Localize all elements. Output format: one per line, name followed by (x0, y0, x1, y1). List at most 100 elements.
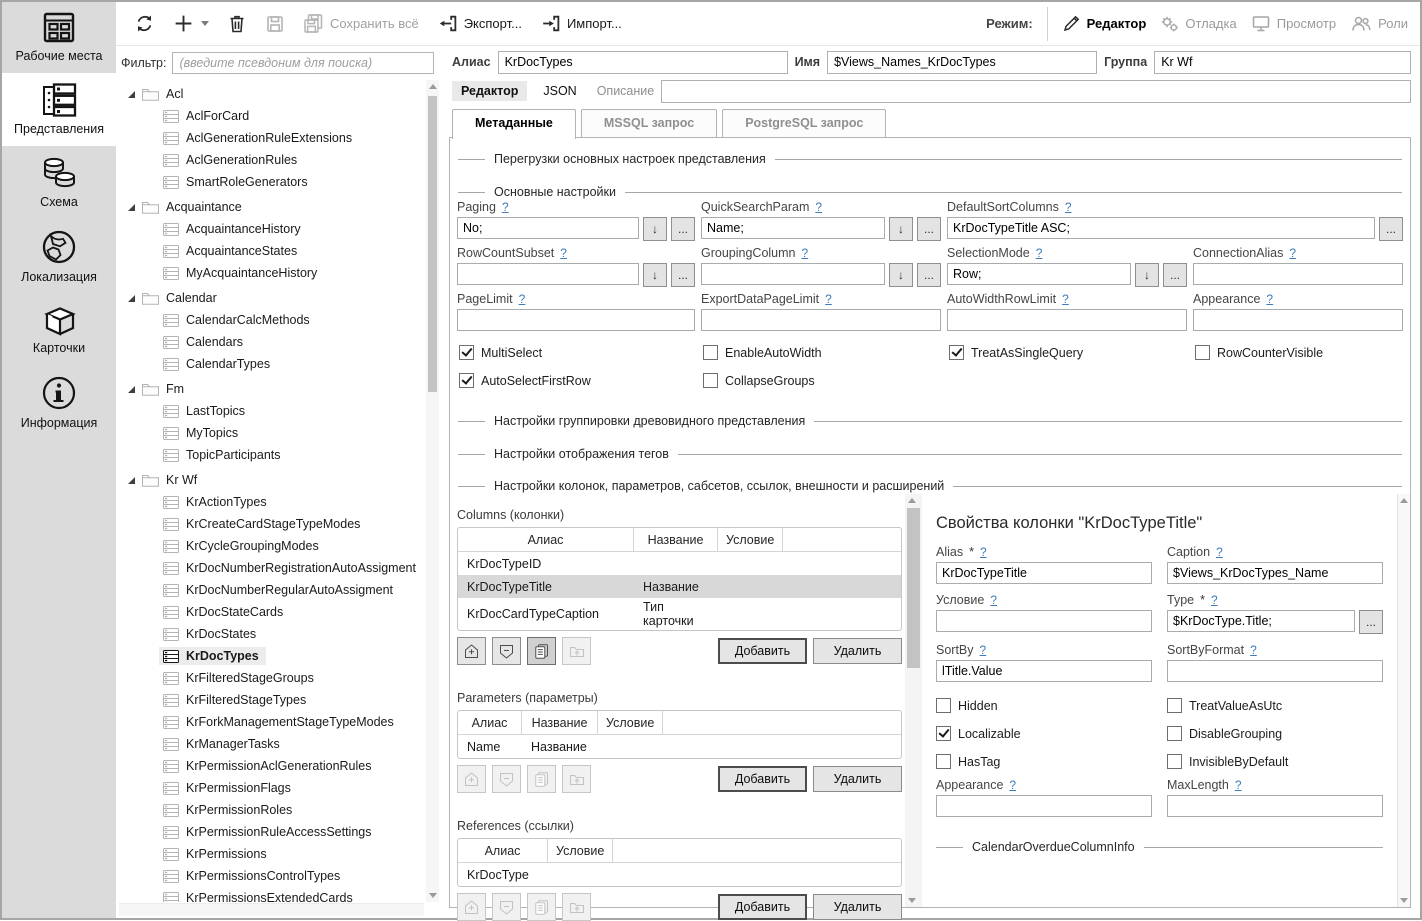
tree-item-krforkmanagementstagetypemodes[interactable]: KrForkManagementStageTypeModes (119, 711, 422, 733)
parameters-move-to-folder-button[interactable] (562, 765, 591, 793)
subtab-editor[interactable]: Редактор (452, 81, 527, 101)
columns-row-krdoctypeid[interactable]: KrDocTypeID (458, 552, 901, 575)
unchecked-checkbox-icon[interactable] (703, 345, 718, 360)
unchecked-checkbox-icon[interactable] (703, 373, 718, 388)
sidebar-item-schema[interactable]: Схема (2, 146, 116, 219)
refresh-button[interactable] (132, 11, 157, 36)
sortby-input[interactable] (936, 660, 1152, 682)
rowcountsubset-more-button[interactable]: ... (671, 263, 695, 287)
references-delete-button[interactable]: Удалить (813, 894, 902, 920)
references-move-down-button[interactable] (492, 893, 521, 921)
tree-item-myacquaintancehistory[interactable]: MyAcquaintanceHistory (119, 262, 422, 284)
autowidthrowlimit-input[interactable] (947, 309, 1187, 331)
help-icon[interactable]: ? (1289, 246, 1296, 260)
connectionalias-input[interactable] (1193, 263, 1403, 285)
parameters-add-button[interactable]: Добавить (718, 766, 807, 792)
subtab-json[interactable]: JSON (534, 81, 585, 101)
group-input[interactable] (1154, 51, 1411, 74)
properties-scrollbar[interactable] (1397, 494, 1410, 907)
quicksearchparam-input[interactable] (701, 217, 885, 239)
tree-scrollbar-thumb[interactable] (428, 96, 437, 392)
columns-row-krdoccardtypecaption[interactable]: KrDocCardTypeCaptionТип карточки (458, 598, 901, 630)
unchecked-checkbox-icon[interactable] (1195, 345, 1210, 360)
tree-item-krpermissionaclgenerationrules[interactable]: KrPermissionAclGenerationRules (119, 755, 422, 777)
section-tree-grouping[interactable]: Настройки группировки древовидного предс… (458, 414, 1402, 428)
help-icon[interactable]: ? (980, 643, 987, 657)
tree-item-krpermissionroles[interactable]: KrPermissionRoles (119, 799, 422, 821)
help-icon[interactable]: ? (990, 593, 997, 607)
tree-item-krdocnumberregularautoassigment[interactable]: KrDocNumberRegularAutoAssigment (119, 579, 422, 601)
expander-icon[interactable] (128, 204, 135, 211)
selectionmode-more-button[interactable]: ... (1163, 263, 1187, 287)
quicksearchparam-more-button[interactable]: ... (917, 217, 941, 241)
parameters-move-down-button[interactable] (492, 765, 521, 793)
checked-checkbox-icon[interactable] (936, 726, 951, 741)
checkbox-multiselect[interactable]: MultiSelect (459, 345, 697, 360)
tree-item-calendars[interactable]: Calendars (119, 331, 422, 353)
help-icon[interactable]: ? (502, 200, 509, 214)
references-row-krdoctype[interactable]: KrDocType (458, 863, 901, 886)
parameters-row-name[interactable]: NameНазвание (458, 735, 901, 758)
help-icon[interactable]: ? (1235, 778, 1242, 792)
help-icon[interactable]: ? (815, 200, 822, 214)
expander-icon[interactable] (128, 386, 135, 393)
sidebar-item-localization[interactable]: Локализация (2, 219, 116, 294)
help-icon[interactable]: ? (1062, 292, 1069, 306)
tree-item-krdocstatecards[interactable]: KrDocStateCards (119, 601, 422, 623)
checkbox-invisiblebydefault[interactable]: InvisibleByDefault (1167, 754, 1383, 769)
tree-group-acl[interactable]: Acl (119, 83, 422, 105)
paging-input[interactable] (457, 217, 639, 239)
help-icon[interactable]: ? (1211, 593, 1218, 607)
add-button[interactable] (171, 11, 211, 36)
tree-item-aclgenerationruleextensions[interactable]: AclGenerationRuleExtensions (119, 127, 422, 149)
tree-item-lasttopics[interactable]: LastTopics (119, 400, 422, 422)
checkbox-rowcountervisible[interactable]: RowCounterVisible (1195, 345, 1403, 360)
tree-item-aclforcard[interactable]: AclForCard (119, 105, 422, 127)
expander-icon[interactable] (128, 477, 135, 484)
import-button[interactable]: Импорт... (538, 11, 624, 36)
help-icon[interactable]: ? (980, 545, 987, 559)
tree-item-aclgenerationrules[interactable]: AclGenerationRules (119, 149, 422, 171)
tree-item-smartrolegenerators[interactable]: SmartRoleGenerators (119, 171, 422, 193)
sidebar-item-workplaces[interactable]: Рабочие места (2, 2, 116, 73)
rowcountsubset-input[interactable] (457, 263, 639, 285)
appearance-input[interactable] (1193, 309, 1403, 331)
help-icon[interactable]: ? (560, 246, 567, 260)
type-more-button[interactable]: ... (1359, 610, 1383, 634)
checkbox-hastag[interactable]: HasTag (936, 754, 1152, 769)
references-move-to-folder-button[interactable] (562, 893, 591, 921)
collections-scrollbar[interactable] (905, 494, 922, 907)
quicksearchparam-dropdown-button[interactable]: ↓ (889, 217, 913, 241)
tree-item-krpermissionruleaccesssettings[interactable]: KrPermissionRuleAccessSettings (119, 821, 422, 843)
checked-checkbox-icon[interactable] (459, 373, 474, 388)
tree-hscrollbar[interactable] (119, 903, 424, 916)
groupingcolumn-dropdown-button[interactable]: ↓ (889, 263, 913, 287)
column-header[interactable]: Алиас (458, 839, 548, 863)
checkbox-treatassinglequery[interactable]: TreatAsSingleQuery (949, 345, 1189, 360)
section-columns[interactable]: Настройки колонок, параметров, сабсетов,… (458, 479, 1402, 493)
tree-item-kractiontypes[interactable]: KrActionTypes (119, 491, 422, 513)
tree-item-krmanagertasks[interactable]: KrManagerTasks (119, 733, 422, 755)
column-header[interactable]: Название (522, 711, 598, 735)
tree-item-krpermissions[interactable]: KrPermissions (119, 843, 422, 865)
sidebar-item-cards[interactable]: Карточки (2, 294, 116, 365)
description-input[interactable] (661, 80, 1411, 103)
references-copy-button[interactable] (527, 893, 556, 921)
pagelimit-input[interactable] (457, 309, 695, 331)
delete-button[interactable] (225, 11, 249, 36)
tab-postgresql-запрос[interactable]: PostgreSQL запрос (722, 109, 886, 137)
unchecked-checkbox-icon[interactable] (1167, 726, 1182, 741)
tree-item-krcreatecardstagetypemodes[interactable]: KrCreateCardStageTypeModes (119, 513, 422, 535)
tree-group-calendar[interactable]: Calendar (119, 287, 422, 309)
column-header[interactable]: Название (634, 528, 718, 552)
unchecked-checkbox-icon[interactable] (1167, 698, 1182, 713)
paging-more-button[interactable]: ... (671, 217, 695, 241)
appearance-input[interactable] (936, 795, 1152, 817)
columns-add-button[interactable]: Добавить (718, 638, 807, 664)
maxlength-input[interactable] (1167, 795, 1383, 817)
checkbox-treatvalueasutc[interactable]: TreatValueAsUtc (1167, 698, 1383, 713)
tree-item-krdoctypes[interactable]: KrDocTypes (119, 645, 422, 667)
tree-item-krdocstates[interactable]: KrDocStates (119, 623, 422, 645)
unchecked-checkbox-icon[interactable] (1167, 754, 1182, 769)
expander-icon[interactable] (128, 295, 135, 302)
